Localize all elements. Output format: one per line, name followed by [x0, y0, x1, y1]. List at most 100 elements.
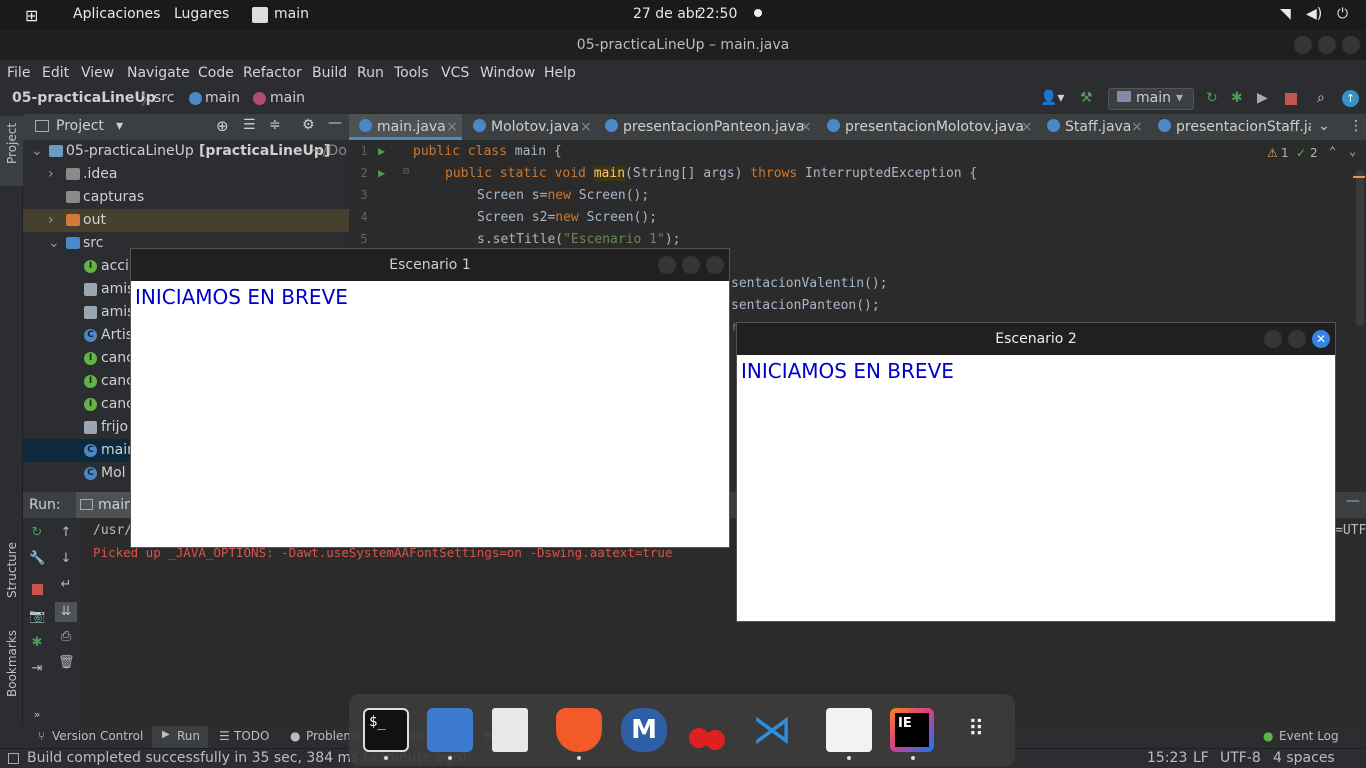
line-separator[interactable]: LF: [1193, 750, 1209, 766]
minimize-button[interactable]: [1264, 330, 1282, 348]
expand-all-icon[interactable]: ☰: [243, 117, 256, 133]
menu-code[interactable]: Code: [198, 65, 234, 81]
java-icon[interactable]: [826, 708, 872, 752]
menu-run[interactable]: Run: [357, 65, 384, 81]
menu-window[interactable]: Window: [480, 65, 535, 81]
breadcrumb-src[interactable]: src: [154, 90, 174, 106]
coverage-icon[interactable]: ▶: [1257, 90, 1268, 106]
maximize-button[interactable]: [1318, 36, 1336, 54]
event-log-label[interactable]: Event Log: [1279, 729, 1339, 743]
caret-position[interactable]: 15:23: [1147, 750, 1187, 766]
close-button[interactable]: [706, 256, 724, 274]
terminal-icon[interactable]: $_: [363, 708, 409, 752]
check-icon[interactable]: ✓: [1296, 146, 1306, 160]
breadcrumb-method[interactable]: main: [270, 90, 305, 106]
tab-molotov[interactable]: Molotov.java ×: [463, 114, 594, 140]
stop-icon[interactable]: [1285, 93, 1297, 105]
project-view-select[interactable]: Project: [56, 118, 104, 134]
down-arrow-icon[interactable]: ↓: [58, 552, 74, 566]
menu-tools[interactable]: Tools: [394, 65, 429, 81]
collapse-all-icon[interactable]: ≑: [269, 117, 281, 133]
vscode-icon[interactable]: ⋊: [749, 708, 795, 752]
debug-icon[interactable]: ✱: [1231, 90, 1243, 106]
breadcrumb-class[interactable]: main: [205, 90, 240, 106]
close-button[interactable]: ✕: [1312, 330, 1330, 348]
brave-browser-icon[interactable]: [556, 708, 602, 752]
toggle-panels-icon[interactable]: [8, 753, 19, 764]
more-icon[interactable]: »: [29, 708, 45, 722]
close-tab-icon[interactable]: ×: [446, 114, 458, 140]
menu-edit[interactable]: Edit: [42, 65, 69, 81]
clock-time[interactable]: 22:50: [697, 6, 737, 22]
chevron-down-icon[interactable]: ⌄: [31, 140, 43, 163]
tab-main-java[interactable]: main.java ×: [349, 114, 462, 140]
editor-scrollbar[interactable]: [1356, 170, 1364, 326]
chevron-down-icon[interactable]: ⌄: [48, 232, 60, 255]
chevron-right-icon[interactable]: ›: [48, 209, 54, 232]
build-hammer-icon[interactable]: ⚒: [1080, 90, 1093, 106]
rerun-icon[interactable]: ↻: [29, 526, 45, 540]
up-arrow-icon[interactable]: ↑: [58, 526, 74, 540]
version-control-label[interactable]: Version Control: [52, 729, 143, 743]
close-tab-icon[interactable]: ×: [1131, 114, 1143, 140]
tab-presentacion-panteon[interactable]: presentacionPanteon.java ×: [595, 114, 815, 140]
warning-marker[interactable]: [1353, 176, 1365, 178]
menu-navigate[interactable]: Navigate: [127, 65, 190, 81]
version-control-tool[interactable]: ⑂: [38, 729, 45, 743]
wrench-icon[interactable]: 🔧: [29, 552, 45, 566]
tab-staff[interactable]: Staff.java ×: [1035, 114, 1145, 140]
camera-icon[interactable]: 📷: [29, 610, 45, 624]
apps-grid-icon[interactable]: ⊞: [25, 6, 38, 25]
close-tab-icon[interactable]: ×: [580, 114, 592, 140]
cherrytree-icon[interactable]: [685, 708, 731, 752]
menu-build[interactable]: Build: [312, 65, 347, 81]
tree-row-idea[interactable]: › .idea: [23, 163, 349, 186]
trash-icon[interactable]: 🗑: [58, 656, 75, 670]
rerun-icon[interactable]: ↻: [1206, 90, 1218, 106]
debug-icon[interactable]: ✱: [29, 636, 45, 650]
maximize-button[interactable]: [682, 256, 700, 274]
exit-icon[interactable]: ⇥: [29, 662, 45, 676]
tabs-overflow-chevron-icon[interactable]: ⌄: [1318, 118, 1330, 134]
intellij-idea-icon[interactable]: IE: [890, 708, 934, 752]
volume-icon[interactable]: ◀): [1306, 6, 1322, 22]
minimize-button[interactable]: [1294, 36, 1312, 54]
tab-presentacion-staff[interactable]: presentacionStaff.ja: [1146, 114, 1311, 140]
fold-icon[interactable]: ⊟: [403, 166, 409, 177]
locate-icon[interactable]: ⊕: [216, 117, 229, 135]
tree-row-root[interactable]: ⌄ 05-practicaLineUp [practicaLineUp] ~/D…: [23, 140, 349, 163]
close-tab-icon[interactable]: ×: [1021, 114, 1033, 140]
update-icon[interactable]: ↑: [1342, 90, 1359, 107]
chevron-down-icon[interactable]: ▾: [116, 118, 123, 134]
user-icon[interactable]: 👤▾: [1040, 90, 1064, 106]
breadcrumb-project[interactable]: 05-practicaLineUp: [12, 90, 156, 106]
menu-refactor[interactable]: Refactor: [243, 65, 302, 81]
show-apps-grid-icon[interactable]: ⠿: [954, 708, 1000, 752]
todo-tool-label[interactable]: TODO: [234, 729, 269, 743]
more-options-icon[interactable]: ⋮: [1349, 118, 1363, 134]
window-title-bar[interactable]: Escenario 1: [131, 249, 729, 281]
structure-tool-label[interactable]: Structure: [5, 542, 19, 598]
applications-menu[interactable]: Aplicaciones: [73, 6, 160, 22]
places-menu[interactable]: Lugares: [174, 6, 229, 22]
tree-row-capturas[interactable]: capturas: [23, 186, 349, 209]
close-tab-icon[interactable]: ×: [800, 114, 812, 140]
soft-wrap-icon[interactable]: ↵: [58, 578, 74, 592]
menu-file[interactable]: File: [7, 65, 30, 81]
maximize-button[interactable]: [1288, 330, 1306, 348]
window-title-bar[interactable]: Escenario 2 ✕: [737, 323, 1335, 355]
minimize-button[interactable]: [658, 256, 676, 274]
text-editor-icon[interactable]: [492, 708, 528, 752]
run-gutter-icon[interactable]: ▶: [378, 144, 385, 158]
file-encoding[interactable]: UTF-8: [1220, 750, 1261, 766]
scroll-to-end-icon[interactable]: ⇊: [55, 602, 77, 622]
menu-vcs[interactable]: VCS: [441, 65, 469, 81]
warning-icon[interactable]: ⚠: [1267, 146, 1278, 160]
files-icon[interactable]: [427, 708, 473, 752]
menu-help[interactable]: Help: [544, 65, 576, 81]
active-app-menu[interactable]: main: [274, 6, 309, 22]
chevron-right-icon[interactable]: ›: [48, 163, 54, 186]
minimize-panel-icon[interactable]: —: [1346, 493, 1360, 509]
java-window-escenario-1[interactable]: Escenario 1 INICIAMOS EN BREVE: [130, 248, 730, 548]
run-gutter-icon[interactable]: ▶: [378, 166, 385, 180]
